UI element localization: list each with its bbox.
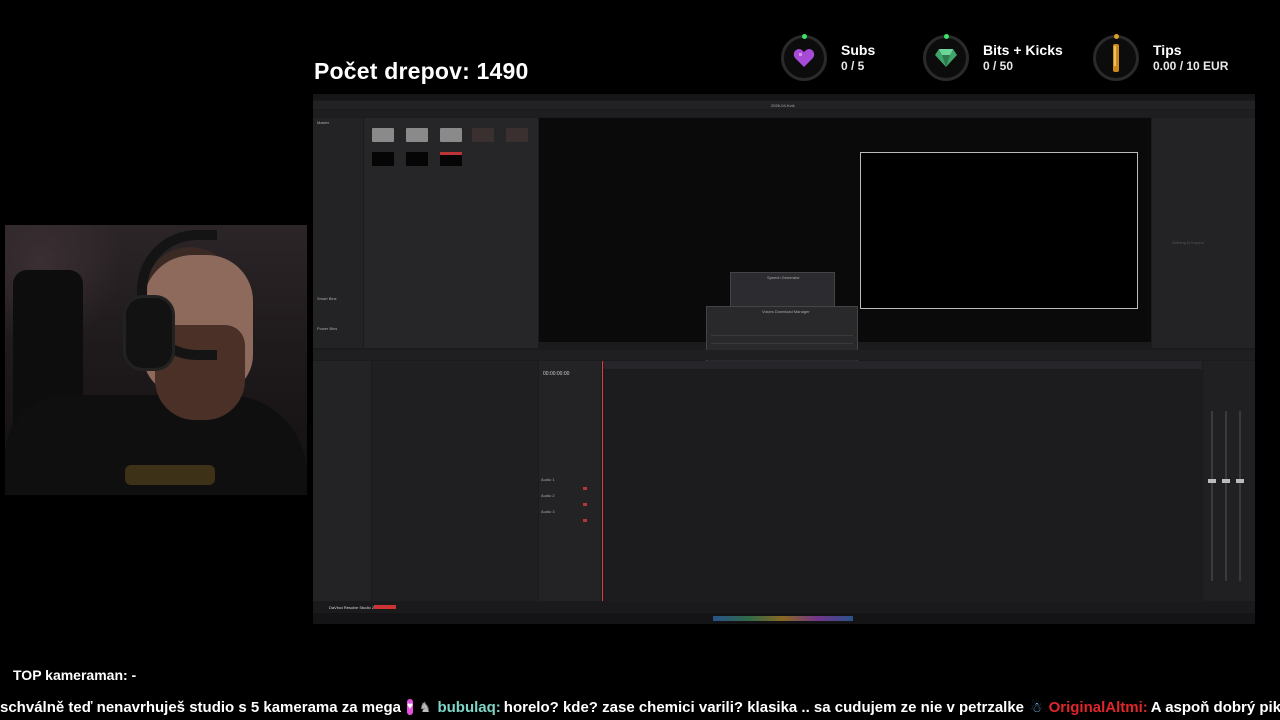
fader-knob[interactable] [1222,479,1230,483]
bin-list[interactable]: Master Smart Bins Power Bins [313,118,363,348]
timeline-toolbar [313,350,1255,360]
goal-indicator-dot [944,34,949,39]
goal-name: Bits + Kicks [983,42,1063,58]
bits-kicks-goal: Bits + Kicks 0 / 50 [923,32,1063,84]
timecode: 00:00:00:00 [543,371,570,377]
chat-message: schválně teď nenavrhuješ studio s 5 kame… [0,698,401,716]
subs-goal: Subs 0 / 5 [781,32,875,84]
clip-thumbnail[interactable] [440,152,462,166]
power-bins-label: Power Bins [317,326,338,331]
screen-capture: 2026-04-Kvik Master Smart Bins Power Bin… [313,94,1255,624]
dialog-title: Speech Generator [767,275,800,280]
audio-mixer[interactable] [1203,361,1255,601]
clip-thumbnail[interactable] [472,128,494,142]
green-gem-icon [935,49,957,67]
record-arm-button[interactable] [583,487,587,490]
audio-track-label: Audio 3 [541,509,555,514]
heart-emote-icon: ♥ [406,699,413,715]
goal-value: 0 / 5 [841,59,865,73]
fader-knob[interactable] [1236,479,1244,483]
timeline-tracks[interactable] [602,361,1202,601]
clip-thumbnail[interactable] [506,128,528,142]
goal-value: 0 / 50 [983,59,1014,73]
audio-track-label: Audio 2 [541,493,555,498]
bin-master-label: Master [317,120,330,125]
inspector-placeholder: Nothing to inspect [1172,240,1205,245]
clip-thumbnail[interactable] [406,152,428,166]
track-headers: 00:00:00:00 Audio 1 Audio 2 Audio 3 [539,361,601,601]
inspector-panel: Nothing to inspect [1152,118,1255,348]
timeline-list [313,361,371,601]
media-pool[interactable] [364,118,538,348]
timeline-ruler[interactable] [602,361,1202,369]
squat-counter-title: Počet drepov: 1490 [314,58,529,84]
toolbar: 2026-04-Kvik [313,101,1255,109]
speech-generator-dialog[interactable]: Speech Generator [730,272,835,310]
studio-badge [374,605,396,609]
top-cameraman-label: TOP kameraman: - [13,667,137,683]
purple-heart-icon [793,49,815,67]
menu-bar [313,94,1255,100]
goal-name: Tips [1153,42,1182,58]
chat-message: horelo? kde? zase chemici varili? klasik… [503,698,1025,716]
app-brand: DaVinci Resolve Studio 20 [329,605,377,610]
goal-name: Subs [841,42,876,58]
subs-goal-ring [781,34,827,81]
folder-thumbnail[interactable] [372,128,394,142]
record-arm-button[interactable] [583,503,587,506]
dialog-title: Voices Download Manager [762,309,810,314]
bot-emote-icon: ☃ [1030,699,1043,715]
page-navigation-bar[interactable]: DaVinci Resolve Studio 20 [313,602,1255,612]
webcam-feed [5,225,307,495]
smart-bins-label: Smart Bins [317,296,337,301]
os-taskbar[interactable] [313,613,1255,624]
program-viewer [860,152,1138,309]
audio-track-label: Audio 1 [541,477,555,482]
panel-header [313,110,1255,117]
folder-thumbnail[interactable] [440,128,462,142]
goal-indicator-dot [1114,34,1119,39]
taskbar-app-icons[interactable] [713,616,853,621]
fader-knob[interactable] [1208,479,1216,483]
project-title: 2026-04-Kvik [771,103,795,108]
record-arm-button[interactable] [583,519,587,522]
folder-thumbnail[interactable] [406,128,428,142]
chat-username: bubulaq: [437,698,501,716]
tip-bar-icon [1113,44,1119,72]
playhead[interactable] [602,361,603,601]
chat-message: A aspoň dobrý piko? [1150,698,1280,716]
bits-goal-ring [923,34,969,81]
chat-username: OriginalAltmi: [1048,698,1148,716]
goal-indicator-dot [802,34,807,39]
chat-ticker: schválně teď nenavrhuješ studio s 5 kame… [0,694,1280,720]
tips-goal: Tips 0.00 / 10 EUR [1093,32,1228,84]
wolf-emote-icon: ♞ [418,699,432,715]
clip-thumbnail[interactable] [372,152,394,166]
timeline-bin [372,361,538,601]
tips-goal-ring [1093,34,1139,81]
goal-value: 0.00 / 10 EUR [1153,59,1229,73]
